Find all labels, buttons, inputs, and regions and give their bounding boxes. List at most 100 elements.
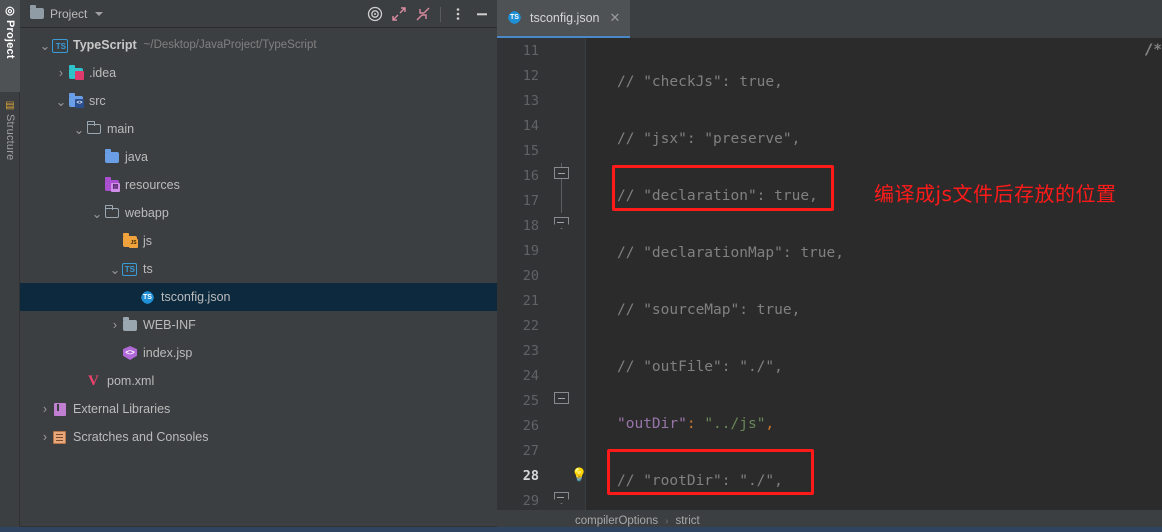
fold-region-end-icon[interactable] (554, 217, 569, 229)
code-comment: // "declarationMap": true, (617, 245, 844, 261)
tree-row-main[interactable]: ⌄ main (20, 115, 497, 143)
outdir-note: 编译成js文件后存放的位置 (874, 182, 1117, 206)
select-opened-file-icon[interactable] (364, 3, 386, 25)
code-comment: // "jsx": "preserve", (617, 131, 801, 147)
tree-row-typescript[interactable]: ⌄ TS TypeScript ~/Desktop/JavaProject/Ty… (20, 31, 497, 59)
chevron-down-icon[interactable]: ⌄ (38, 38, 52, 53)
status-bar (0, 527, 1162, 532)
line-number: 23 (522, 342, 539, 359)
fold-column (539, 288, 585, 313)
source-folder-icon: <> (68, 93, 84, 109)
json-file-icon: TS (508, 11, 524, 25)
tool-tab-project-label: Project (4, 20, 16, 59)
tree-row-webapp[interactable]: ⌄ webapp (20, 199, 497, 227)
tool-tab-structure-label: Structure (4, 114, 16, 161)
tsconfig-json-icon: TS (140, 289, 156, 305)
project-panel-header: Project (20, 0, 497, 28)
chevron-right-icon[interactable]: › (54, 66, 68, 80)
project-panel-title-group[interactable]: Project (30, 5, 104, 21)
breadcrumb-item-strict[interactable]: strict (675, 515, 699, 527)
code-tail-comment: /* (1144, 42, 1162, 58)
line-number: 13 (522, 92, 539, 109)
breadcrumb-item-compileroptions[interactable]: compilerOptions (575, 515, 658, 527)
code-viewport[interactable]: 11 12 13 14 15 16 17 18 19 20 21 22 23 2… (497, 38, 1162, 510)
tree-row-web-inf[interactable]: › WEB-INF (20, 311, 497, 339)
editor-tab-label: tsconfig.json (530, 11, 600, 25)
tree-row-idea[interactable]: › .idea (20, 59, 497, 87)
ts-folder-icon: TS (122, 261, 138, 277)
code-line: // "rootDir": "./", /* (591, 42, 1162, 494)
external-libraries-icon (52, 401, 68, 417)
tree-row-src[interactable]: ⌄ <> src (20, 87, 497, 115)
editor-gutter[interactable]: 11 12 13 14 15 16 17 18 19 20 21 22 23 2… (497, 38, 587, 510)
line-number: 21 (522, 292, 539, 309)
line-number: 29 (522, 492, 539, 509)
project-tree[interactable]: ⌄ TS TypeScript ~/Desktop/JavaProject/Ty… (20, 28, 497, 532)
expand-all-icon[interactable] (388, 3, 410, 25)
fold-column[interactable] (539, 488, 585, 510)
editor-tab-tsconfig-json[interactable]: TS tsconfig.json ✕ (497, 0, 631, 38)
collapse-all-icon[interactable] (412, 3, 434, 25)
editor-area: TS tsconfig.json ✕ 11 12 13 14 15 16 17 … (497, 0, 1162, 532)
tree-row-resources[interactable]: › ▤ resources (20, 171, 497, 199)
fold-region-start-icon[interactable] (554, 392, 569, 404)
tree-row-tsconfig-json[interactable]: › TS tsconfig.json (20, 283, 497, 311)
fold-column (539, 338, 585, 363)
fold-column (539, 188, 585, 213)
chevron-down-icon[interactable]: ⌄ (108, 262, 122, 277)
folder-icon (30, 5, 44, 19)
code-line: // "sourceMap": true, /* (591, 42, 1162, 323)
fold-column[interactable] (539, 388, 585, 413)
fold-region-end-icon[interactable] (554, 492, 569, 504)
tree-row-ts[interactable]: ⌄ TS ts (20, 255, 497, 283)
tree-row-pom-xml[interactable]: › V pom.xml (20, 367, 497, 395)
fold-column (539, 438, 585, 463)
line-number: 15 (522, 142, 539, 159)
chevron-right-icon[interactable]: › (38, 430, 52, 444)
options-menu-icon[interactable] (447, 3, 469, 25)
tree-row-js[interactable]: › JS js (20, 227, 497, 255)
tree-row-label: webapp (125, 206, 169, 220)
chevron-down-icon[interactable]: ⌄ (54, 94, 68, 109)
gutter-divider (585, 38, 586, 510)
chevron-down-icon[interactable]: ⌄ (90, 206, 104, 221)
structure-icon: ▤ (5, 100, 15, 111)
tree-row-scratches-and-consoles[interactable]: › Scratches and Consoles (20, 423, 497, 451)
tree-row-label: tsconfig.json (161, 290, 231, 304)
tree-row-java[interactable]: › java (20, 143, 497, 171)
fold-column[interactable] (539, 163, 585, 188)
line-number: 16 (522, 167, 539, 184)
code-line: // "declarationMap": true, /* (591, 42, 1162, 266)
tree-row-index-jsp[interactable]: › <> index.jsp (20, 339, 497, 367)
project-icon: ◎ (5, 5, 15, 17)
chevron-down-icon[interactable]: ⌄ (72, 122, 86, 137)
hide-panel-icon[interactable] (471, 3, 493, 25)
line-number: 12 (522, 67, 539, 84)
jsp-file-icon: <> (122, 345, 138, 361)
chevron-right-icon[interactable]: › (108, 318, 122, 332)
scratches-icon (52, 429, 68, 445)
tool-window-strip: ◎ Project ▤ Structure (0, 0, 20, 532)
tool-tab-project[interactable]: ◎ Project (0, 0, 20, 92)
json-colon: : (686, 416, 696, 432)
fold-column (539, 138, 585, 163)
chevron-down-icon[interactable] (95, 11, 104, 16)
line-number: 25 (522, 392, 539, 409)
chevron-right-icon[interactable]: › (38, 402, 52, 416)
tree-row-label: main (107, 122, 135, 136)
code-text[interactable]: // "checkJs": true, /* // "jsx": "preserv… (591, 38, 1162, 510)
line-number: 20 (522, 267, 539, 284)
fold-column[interactable] (539, 213, 585, 238)
folder-icon (104, 205, 120, 221)
tree-row-path: ~/Desktop/JavaProject/TypeScript (143, 39, 317, 51)
fold-column (539, 363, 585, 388)
tree-row-label: TypeScript (73, 38, 137, 52)
code-line-outdir: "outDir": "../js", /* (591, 42, 1162, 437)
close-icon[interactable]: ✕ (609, 10, 620, 26)
js-folder-icon: JS (122, 233, 138, 249)
tool-tab-structure[interactable]: ▤ Structure (0, 96, 20, 188)
line-number: 24 (522, 367, 539, 384)
fold-region-start-icon[interactable] (554, 167, 569, 179)
project-panel-title: Project (50, 6, 88, 21)
tree-row-external-libraries[interactable]: › External Libraries (20, 395, 497, 423)
